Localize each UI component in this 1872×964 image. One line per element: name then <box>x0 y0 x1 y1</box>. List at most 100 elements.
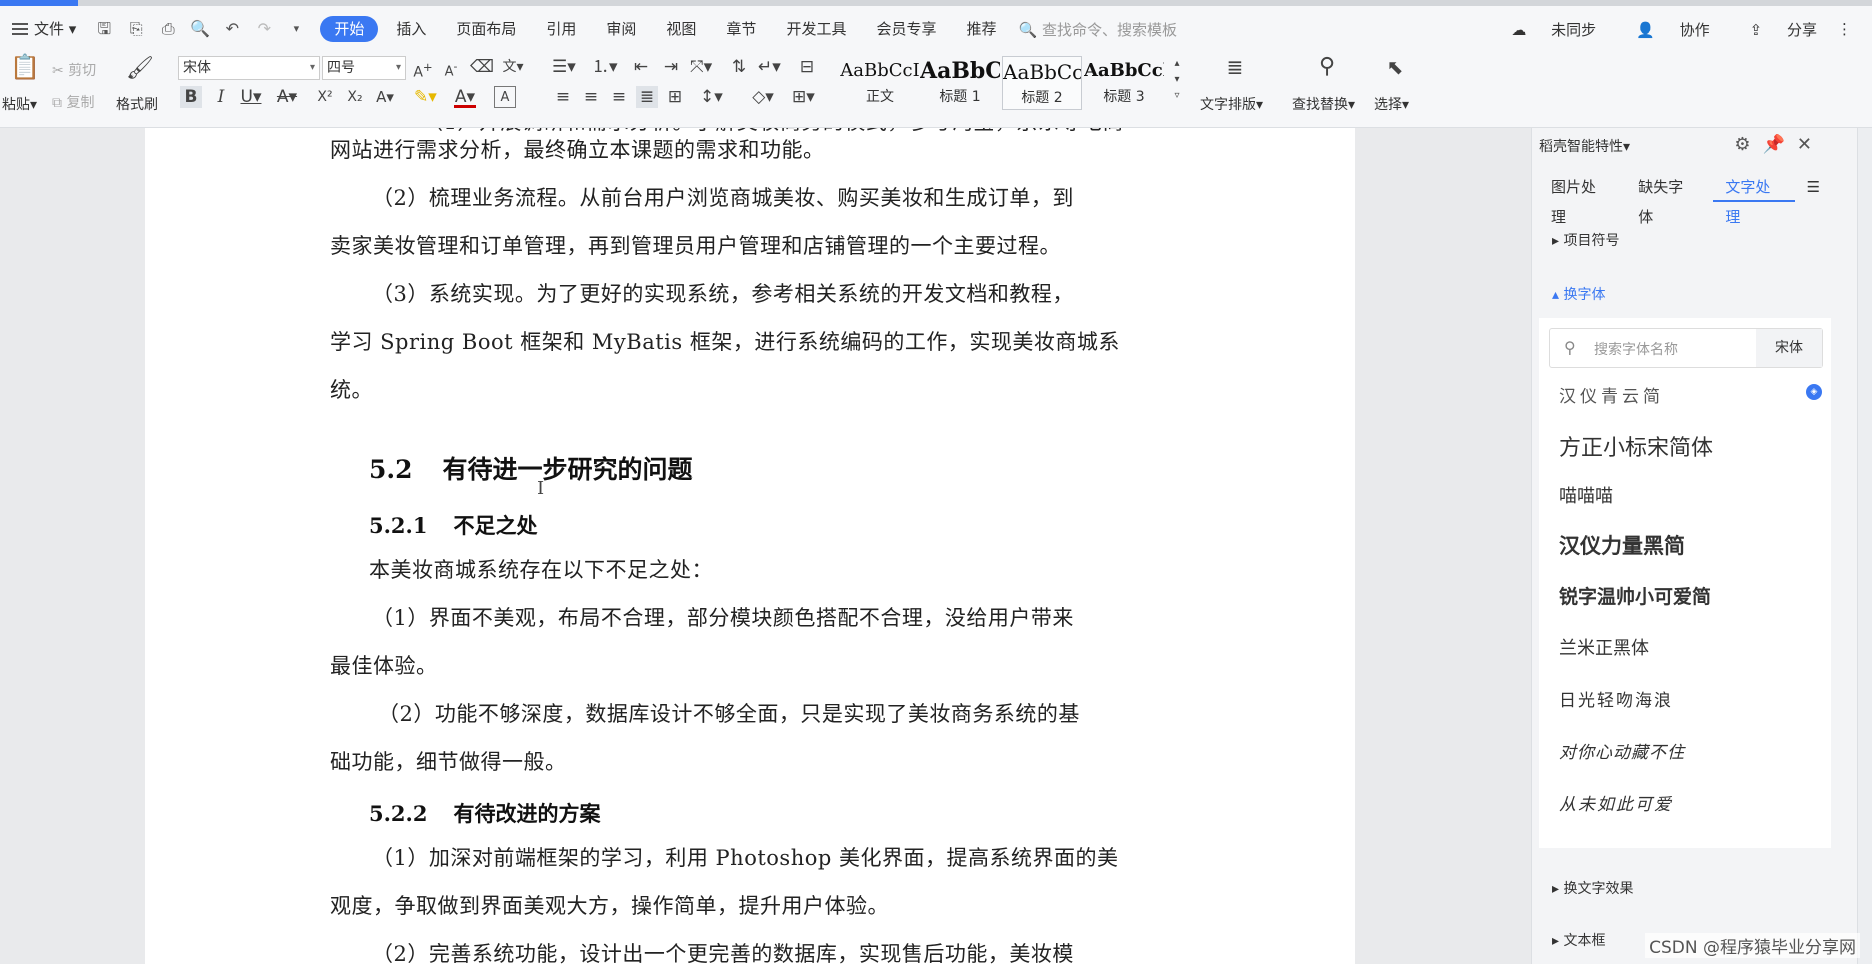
doc-line: （2）梳理业务流程。从前台用户浏览商城美妆、购买美妆和生成订单，到 <box>372 186 1074 210</box>
font-option[interactable]: 锐字温帅小可爱简 <box>1559 582 1711 609</box>
document-page[interactable]: （1）开展调研和需求分析。了解美妆商务的模式，参考淘宝，京东等电商 网站进行需求… <box>145 128 1355 964</box>
text-effect-icon[interactable]: A▾ <box>374 86 396 108</box>
chinese-layout-icon[interactable]: ⤧▾ <box>690 56 712 78</box>
tab-insert[interactable]: 插入 <box>384 14 438 44</box>
panel-title[interactable]: 稻壳智能特性▾ <box>1539 136 1630 156</box>
align-right-icon[interactable]: ≡ <box>608 86 630 108</box>
list-icon[interactable]: ☰ <box>1795 172 1832 202</box>
bold-icon[interactable]: B <box>180 86 202 108</box>
text-layout-icon[interactable]: ≣ <box>1224 56 1246 78</box>
bullets-section[interactable]: ▸ 项目符号 <box>1552 230 1619 250</box>
tab-review[interactable]: 审阅 <box>594 14 648 44</box>
show-marks-icon[interactable]: ↵▾ <box>758 56 781 78</box>
tab-view[interactable]: 视图 <box>654 14 708 44</box>
font-option[interactable]: 对你心动藏不住 <box>1559 738 1685 763</box>
heading-5-2-2: 5.2.2 有待改进的方案 <box>369 801 601 826</box>
change-font-section[interactable]: ▴ 换字体 <box>1552 284 1605 304</box>
redo-icon[interactable]: ↷ <box>254 19 274 39</box>
highlight-icon[interactable]: ✎▾ <box>414 86 437 108</box>
justify-icon[interactable]: ≣ <box>636 86 658 108</box>
char-border-icon[interactable]: A <box>494 86 516 108</box>
font-color-icon[interactable]: A▾ <box>454 86 476 108</box>
increase-indent-icon[interactable]: ⇥ <box>660 56 682 78</box>
decrease-indent-icon[interactable]: ⇤ <box>630 56 652 78</box>
doc-line: 学习 Spring Boot 框架和 MyBatis 框架，进行系统编码的工作，… <box>330 330 1120 354</box>
align-left-icon[interactable]: ≡ <box>552 86 574 108</box>
undo-icon[interactable]: ↶ <box>222 19 242 39</box>
font-option[interactable]: 从未如此可爱 <box>1559 790 1673 815</box>
tab-member[interactable]: 会员专享 <box>864 14 948 44</box>
sort-icon[interactable]: ⇅ <box>728 56 750 78</box>
style-heading-2[interactable]: AaBbCc 标题 2 <box>1002 56 1082 110</box>
format-painter-button[interactable]: 格式刷 <box>116 94 158 114</box>
clear-format-icon[interactable]: ⌫ <box>470 56 494 78</box>
more-icon[interactable]: ⋮ <box>1837 20 1852 38</box>
font-option[interactable]: 汉仪青云简 <box>1559 382 1664 407</box>
style-heading-1[interactable]: AaBbC 标题 1 <box>920 56 1000 110</box>
share-button[interactable]: ⇪ 分享 <box>1730 19 1817 40</box>
font-option[interactable]: 方正小标宋简体 <box>1559 430 1713 462</box>
sync-button[interactable]: ☁ 未同步 <box>1491 19 1596 40</box>
collab-button[interactable]: 👤 协作 <box>1616 19 1709 40</box>
select-button[interactable]: 选择▾ <box>1374 94 1409 114</box>
customize-icon[interactable]: ▾ <box>286 19 306 39</box>
line-spacing-icon[interactable]: ↕▾ <box>700 86 723 108</box>
text-box-section[interactable]: ▸ 文本框 <box>1552 930 1605 950</box>
underline-icon[interactable]: U▾ <box>240 86 262 108</box>
grow-font-icon[interactable]: A+ <box>412 56 434 81</box>
text-layout-button[interactable]: 文字排版▾ <box>1200 94 1263 114</box>
print-icon[interactable]: ⎙ <box>158 19 178 39</box>
phonetic-icon[interactable]: 文▾ <box>502 56 524 78</box>
export-pdf-icon[interactable]: ⎘ <box>126 19 146 39</box>
tab-stops-icon[interactable]: ⊟ <box>796 56 818 78</box>
borders-icon[interactable]: ⊞▾ <box>792 86 815 108</box>
font-option[interactable]: 日光轻吻海浪 <box>1559 686 1673 711</box>
file-menu[interactable]: 文件 ▾ <box>0 14 88 44</box>
save-icon[interactable]: 🖫 <box>94 19 114 39</box>
superscript-icon[interactable]: X² <box>314 86 336 108</box>
current-font[interactable]: 宋体 <box>1756 329 1822 367</box>
style-heading-3[interactable]: AaBbCcl 标题 3 <box>1084 56 1164 110</box>
find-replace-icon[interactable]: ⚲ <box>1316 56 1338 78</box>
print-preview-icon[interactable]: 🔍 <box>190 19 210 39</box>
copy-button[interactable]: ⧉ 复制 <box>52 92 94 112</box>
font-size-select[interactable]: 四号 <box>322 56 406 80</box>
strikethrough-icon[interactable]: A▾ <box>276 86 298 108</box>
tab-section[interactable]: 章节 <box>714 14 768 44</box>
shading-icon[interactable]: ◇▾ <box>752 86 774 108</box>
numbering-icon[interactable]: ⒈▾ <box>592 56 618 78</box>
tab-missing-fonts[interactable]: 缺失字体 <box>1626 172 1707 226</box>
tab-references[interactable]: 引用 <box>534 14 588 44</box>
cut-button[interactable]: ✂ 剪切 <box>52 60 96 80</box>
text-effect-section[interactable]: ▸ 换文字效果 <box>1552 878 1633 898</box>
heading-5-2: 5.2 有待进一步研究的问题 <box>369 455 693 484</box>
tab-layout[interactable]: 页面布局 <box>444 14 528 44</box>
tab-image-processing[interactable]: 图片处理 <box>1539 172 1620 226</box>
font-option[interactable]: 喵喵喵 <box>1559 482 1613 508</box>
tab-text-processing[interactable]: 文字处理 <box>1713 172 1795 226</box>
paste-icon[interactable]: 📋 <box>10 55 40 79</box>
tab-recommend[interactable]: 推荐 <box>954 14 1008 44</box>
settings-icon[interactable]: ⚙ <box>1734 134 1750 155</box>
styles-scroll-icon[interactable]: ▴ ▾ ▿ <box>1166 56 1188 110</box>
tab-developer[interactable]: 开发工具 <box>774 14 858 44</box>
subscript-icon[interactable]: X₂ <box>344 86 366 108</box>
command-search[interactable]: 🔍 查找命令、搜索模板 <box>1018 19 1176 40</box>
shrink-font-icon[interactable]: A- <box>440 56 462 79</box>
format-painter-icon[interactable]: 🖌 <box>126 58 154 80</box>
pin-icon[interactable]: 📌 <box>1762 134 1784 155</box>
find-replace-button[interactable]: 查找替换▾ <box>1292 94 1355 114</box>
font-option[interactable]: 兰米正黑体 <box>1559 634 1649 660</box>
tab-home[interactable]: 开始 <box>320 16 379 42</box>
distribute-icon[interactable]: ⊞ <box>664 86 686 108</box>
align-center-icon[interactable]: ≡ <box>580 86 602 108</box>
style-normal[interactable]: AaBbCcI 正文 <box>840 56 920 110</box>
paste-button[interactable]: 粘贴▾ <box>2 94 37 114</box>
close-icon[interactable]: ✕ <box>1797 134 1812 155</box>
font-name-select[interactable]: 宋体 <box>178 56 320 80</box>
select-cursor-icon[interactable]: ⬉ <box>1384 56 1406 78</box>
italic-icon[interactable]: I <box>210 86 232 108</box>
font-search-input[interactable]: ⚲ 搜索字体名称 宋体 <box>1549 328 1823 368</box>
bullets-icon[interactable]: ☰▾ <box>552 56 576 78</box>
font-option[interactable]: 汉仪力量黑简 <box>1559 530 1685 560</box>
